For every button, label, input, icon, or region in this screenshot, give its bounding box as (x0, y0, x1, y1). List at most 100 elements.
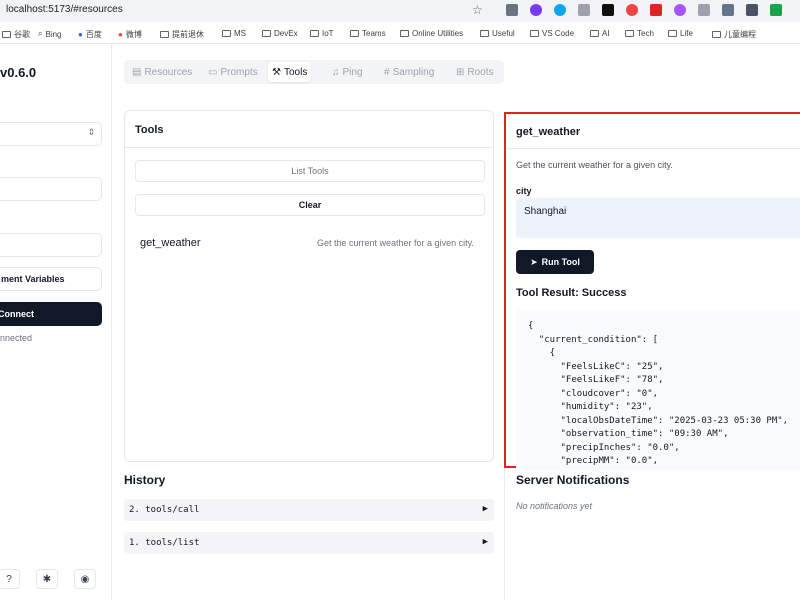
tools-panel: Tools List Tools Clear get_weather Get t… (124, 110, 494, 462)
bookmark-item[interactable]: ⌕ Bing (38, 29, 62, 39)
help-icon[interactable]: ? (0, 569, 20, 589)
json-line: "observation_time": "09:30 AM", (528, 429, 729, 439)
json-line: "localObsDateTime": "2025-03-23 05:30 PM… (528, 415, 789, 426)
tools-panel-title: Tools (135, 124, 164, 136)
tab-roots[interactable]: ⊞ Roots (452, 62, 498, 82)
city-label: city (516, 186, 532, 196)
extension-icon[interactable] (746, 4, 758, 16)
connect-button-label: Connect (0, 309, 34, 319)
tool-detail-description: Get the current weather for a given city… (516, 160, 673, 170)
tool-result-json: { "current_condition": [ { "FeelsLikeC":… (516, 310, 800, 470)
bookmark-item[interactable]: 谷歌 (2, 29, 30, 40)
list-tools-button[interactable]: List Tools (135, 160, 485, 182)
chevron-updown-icon: ⇕ (87, 127, 95, 137)
json-line: "FeelsLikeC": "25", (528, 361, 664, 372)
tool-result-title: Tool Result: Success (516, 287, 627, 299)
run-tool-button[interactable]: ➤ Run Tool (516, 250, 594, 274)
bookmark-item[interactable]: Online Utilities (400, 29, 463, 38)
divider (506, 148, 800, 149)
divider (125, 147, 493, 148)
tab-bar: ▤ Resources ▭ Prompts ⚒ Tools ♫ Ping # Sampli… (124, 60, 504, 84)
folder-icon (480, 30, 489, 37)
server-notifications-title: Server Notifications (516, 473, 630, 487)
bookmark-item[interactable]: MS (222, 29, 246, 38)
extension-icon[interactable] (530, 4, 542, 16)
expand-arrow-icon: ▶ (482, 504, 488, 514)
clear-button[interactable]: Clear (135, 194, 485, 216)
folder-icon (530, 30, 539, 37)
folder-icon (590, 30, 599, 37)
bookmark-item[interactable]: ● 微博 (118, 29, 142, 40)
github-icon[interactable]: ◉ (74, 569, 96, 589)
bookmark-item[interactable]: Useful (480, 29, 515, 38)
sidebar: v0.6.0 ⇕ ment Variables Connect nnected … (0, 45, 112, 600)
bookmark-item[interactable]: DevEx (262, 29, 298, 38)
notifications-empty-text: No notifications yet (516, 501, 593, 511)
history-item[interactable]: 1. tools/list ▶ (124, 532, 494, 554)
url-text[interactable]: localhost:5173/#resources (6, 4, 123, 15)
extension-icon[interactable] (578, 4, 590, 16)
weibo-icon: ● (118, 30, 123, 39)
extension-icon[interactable] (722, 4, 734, 16)
tool-list-item[interactable]: get_weather Get the current weather for … (125, 229, 493, 255)
bookmark-item[interactable]: ● 百度 (78, 29, 102, 40)
prompts-icon: ▭ (208, 66, 218, 78)
extension-icon[interactable] (554, 4, 566, 16)
tab-tools[interactable]: ⚒ Tools (268, 62, 312, 82)
expand-arrow-icon: ▶ (482, 537, 488, 547)
folder-icon (160, 31, 169, 38)
bookmark-item[interactable]: 儿童编程 (712, 29, 756, 40)
bug-icon[interactable]: ✱ (36, 569, 58, 589)
city-input[interactable]: Shanghai (516, 198, 800, 238)
command-input[interactable] (0, 177, 102, 201)
bookmarks-bar: 谷歌 ⌕ Bing ● 百度 ● 微博 提前退休 MS DevEx IoT Teams… (0, 24, 800, 44)
resources-icon: ▤ (132, 66, 142, 78)
search-icon: ⌕ (38, 29, 43, 38)
history-item[interactable]: 2. tools/call ▶ (124, 499, 494, 521)
json-line: "humidity": "23", (528, 402, 653, 412)
send-icon: ➤ (530, 256, 538, 267)
json-line: "precipMM": "0.0", (528, 456, 659, 466)
paw-icon: ● (78, 30, 83, 39)
hash-icon: # (384, 66, 390, 78)
folder-icon (310, 30, 319, 37)
bookmark-item[interactable]: VS Code (530, 29, 574, 38)
run-tool-label: Run Tool (541, 257, 580, 267)
folder-icon (350, 30, 359, 37)
bookmark-star-icon[interactable]: ☆ (472, 3, 483, 17)
tab-sampling[interactable]: # Sampling (380, 62, 438, 82)
bookmark-item[interactable]: Tech (625, 29, 654, 38)
json-line: "FeelsLikeF": "78", (528, 375, 664, 385)
roots-icon: ⊞ (456, 66, 465, 78)
tab-ping[interactable]: ♫ Ping (328, 62, 367, 82)
folder-icon (625, 30, 634, 37)
extension-icon[interactable] (602, 4, 614, 16)
extension-icon[interactable] (674, 4, 686, 16)
json-line: { (528, 321, 534, 331)
history-item-label: 1. tools/list (129, 538, 200, 548)
json-line: "current_condition": [ (528, 334, 659, 345)
environment-variables-button[interactable]: ment Variables (0, 267, 102, 291)
json-line: { (528, 348, 556, 358)
extension-icon[interactable] (770, 4, 782, 16)
tab-resources[interactable]: ▤ Resources (128, 62, 196, 82)
extension-icon[interactable] (698, 4, 710, 16)
extension-icon[interactable] (626, 4, 638, 16)
extension-icon[interactable] (506, 4, 518, 16)
bookmark-item[interactable]: AI (590, 29, 610, 38)
connect-button[interactable]: Connect (0, 302, 102, 326)
json-line: "precipInches": "0.0", (528, 442, 680, 453)
folder-icon (2, 31, 11, 38)
history-item-label: 2. tools/call (129, 505, 200, 515)
browser-address-bar: localhost:5173/#resources ☆ (0, 0, 800, 22)
transport-select[interactable]: ⇕ (0, 122, 102, 146)
arguments-input[interactable] (0, 233, 102, 257)
tab-prompts[interactable]: ▭ Prompts (204, 62, 262, 82)
bookmark-item[interactable]: Life (668, 29, 693, 38)
folder-icon (262, 30, 271, 37)
bookmark-item[interactable]: 提前退休 (160, 29, 204, 40)
bookmark-item[interactable]: IoT (310, 29, 334, 38)
bookmark-item[interactable]: Teams (350, 29, 386, 38)
extension-icon[interactable] (650, 4, 662, 16)
wrench-icon: ⚒ (272, 66, 281, 78)
